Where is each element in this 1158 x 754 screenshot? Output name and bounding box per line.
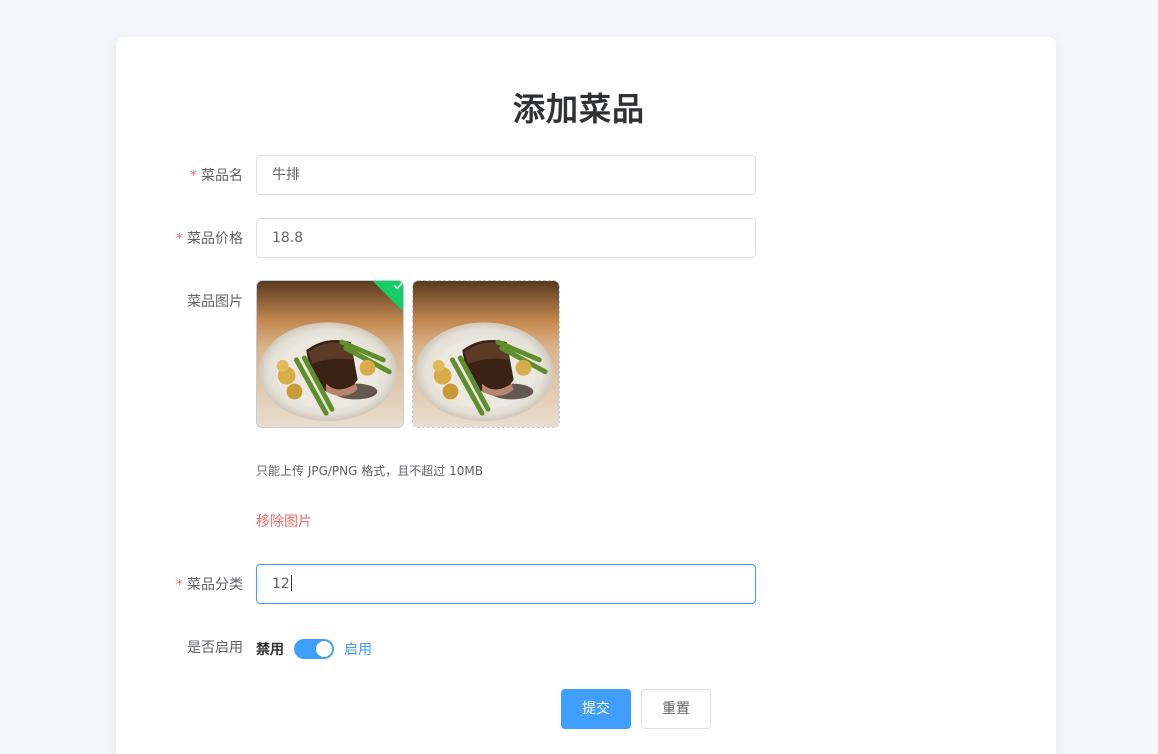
required-mark: * (176, 231, 183, 247)
name-input[interactable]: 牛排 (256, 155, 756, 195)
reset-button[interactable]: 重置 (641, 689, 711, 729)
switch-on-text[interactable]: 启用 (344, 639, 372, 659)
name-input-value: 牛排 (272, 167, 300, 183)
price-label-text: 菜品价格 (187, 231, 243, 247)
steak-photo (257, 281, 403, 427)
category-input-value: 12 (272, 576, 290, 592)
category-label-text: 菜品分类 (187, 577, 243, 593)
submit-button[interactable]: 提交 (561, 689, 631, 729)
image-label: 菜品图片 (116, 291, 243, 311)
remove-image-link[interactable]: 移除图片 (256, 511, 312, 531)
name-label-text: 菜品名 (201, 168, 243, 184)
enabled-label-text: 是否启用 (187, 640, 243, 656)
text-caret (290, 575, 292, 591)
name-label: * 菜品名 (116, 165, 243, 185)
category-label: * 菜品分类 (116, 574, 243, 594)
price-input-value: 18.8 (272, 230, 304, 246)
enabled-label: 是否启用 (116, 637, 243, 657)
check-icon (393, 282, 403, 290)
page-title: 添加菜品 (512, 90, 645, 128)
required-mark: * (190, 168, 197, 184)
enabled-switch[interactable] (294, 639, 334, 659)
switch-off-text[interactable]: 禁用 (256, 639, 284, 659)
image-uploader[interactable] (412, 280, 560, 428)
required-mark: * (176, 577, 183, 593)
switch-knob (316, 641, 332, 657)
upload-tip: 只能上传 JPG/PNG 格式，且不超过 10MB (256, 464, 483, 478)
enabled-switch-group: 禁用 启用 (256, 639, 372, 659)
steak-photo (413, 281, 559, 427)
uploaded-image-thumbnail[interactable] (256, 280, 404, 428)
category-input[interactable]: 12 (256, 564, 756, 604)
price-label: * 菜品价格 (116, 228, 243, 248)
price-input[interactable]: 18.8 (256, 218, 756, 258)
image-label-text: 菜品图片 (187, 294, 243, 310)
